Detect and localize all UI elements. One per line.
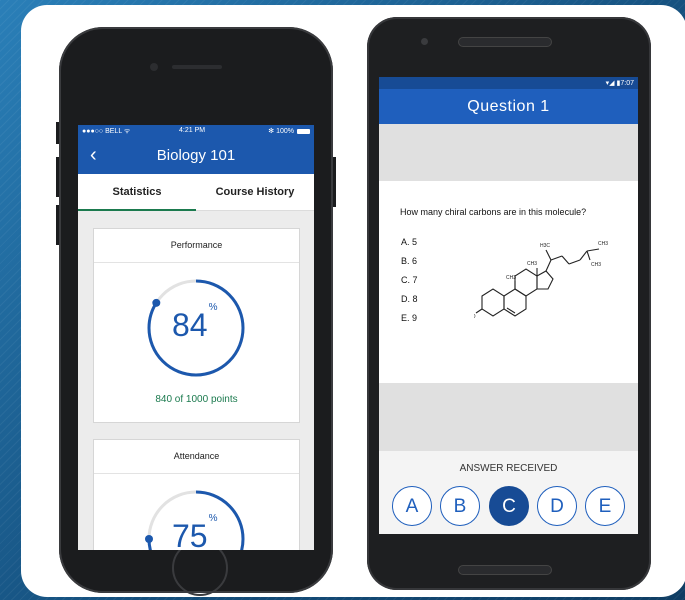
attendance-title: Attendance [94,440,299,474]
attendance-number: 75 [172,518,208,550]
answer-received-label: ANSWER RECEIVED [459,463,558,474]
option-e: E. 9 [401,313,418,323]
answer-button-e[interactable]: E [585,486,625,526]
power-button [333,157,336,207]
status-time: 4:21 PM [179,127,206,134]
performance-points: 840 of 1000 points [155,394,238,405]
question-text: How many chiral carbons are in this mole… [400,207,587,217]
iphone-device: ●●●○○ BELL ᯤ 4:21 PM ✻ 100% ‹ Biology 10… [56,27,336,596]
label-ch3-chain-bottom: CH3 [591,262,601,268]
ios-nav-bar: ‹ Biology 101 [78,138,314,174]
tab-statistics[interactable]: Statistics [78,174,196,211]
performance-ring-knob [152,298,161,307]
label-ch3-chain-top: CH3 [598,241,608,247]
bottom-grey-band [379,383,638,451]
camera-icon [150,63,158,71]
status-icons: ▾◢ ▮7:07 [605,80,634,87]
iphone-screen: ●●●○○ BELL ᯤ 4:21 PM ✻ 100% ‹ Biology 10… [78,125,314,550]
label-ch3-ring-b: CH3 [506,275,516,281]
ios-status-bar: ●●●○○ BELL ᯤ 4:21 PM ✻ 100% [78,125,314,138]
android-status-bar: ▾◢ ▮7:07 [379,77,638,89]
tab-course-history[interactable]: Course History [196,174,314,210]
option-d: D. 8 [401,294,418,304]
carrier-label: ●●●○○ BELL ᯤ [82,128,131,135]
front-camera-icon [421,38,428,45]
performance-number: 84 [172,307,208,343]
top-speaker [458,37,552,47]
course-title: Biology 101 [156,147,236,164]
tab-bar: Statistics Course History [78,174,314,211]
label-ch3-ring-d: CH3 [527,261,537,267]
android-device: ▾◢ ▮7:07 Question 1 How many chiral carb… [367,17,651,590]
option-a: A. 5 [401,237,418,247]
attendance-value: 75% [172,513,218,550]
performance-title: Performance [94,229,299,263]
volume-up-button [56,157,59,197]
performance-unit: % [208,302,218,314]
label-ho: HO [474,314,476,320]
speaker-grille [172,65,222,69]
battery-icon [297,129,310,134]
android-screen: ▾◢ ▮7:07 Question 1 How many chiral carb… [379,77,638,534]
volume-down-button [56,205,59,245]
attendance-card[interactable]: Attendance 75% [93,439,300,550]
option-b: B. 6 [401,256,418,266]
label-h3c: H3C [540,243,550,249]
answer-button-d[interactable]: D [537,486,577,526]
performance-card[interactable]: Performance 84% 840 of 1000 points [93,228,300,423]
performance-value: 84% [172,302,218,344]
mute-switch [56,122,59,144]
steroid-molecule-diagram: H3C CH3 CH3 CH3 CH3 HO [474,241,608,320]
attendance-unit: % [208,513,218,525]
attendance-ring-knob [145,535,153,543]
battery-label: ✻ 100% [268,128,294,135]
answer-button-b[interactable]: B [440,486,480,526]
answer-button-c[interactable]: C [489,486,529,526]
answer-button-a[interactable]: A [392,486,432,526]
bottom-speaker [458,565,552,575]
question-header: Question 1 [379,89,638,124]
option-c: C. 7 [401,275,418,285]
top-grey-band [379,124,638,181]
